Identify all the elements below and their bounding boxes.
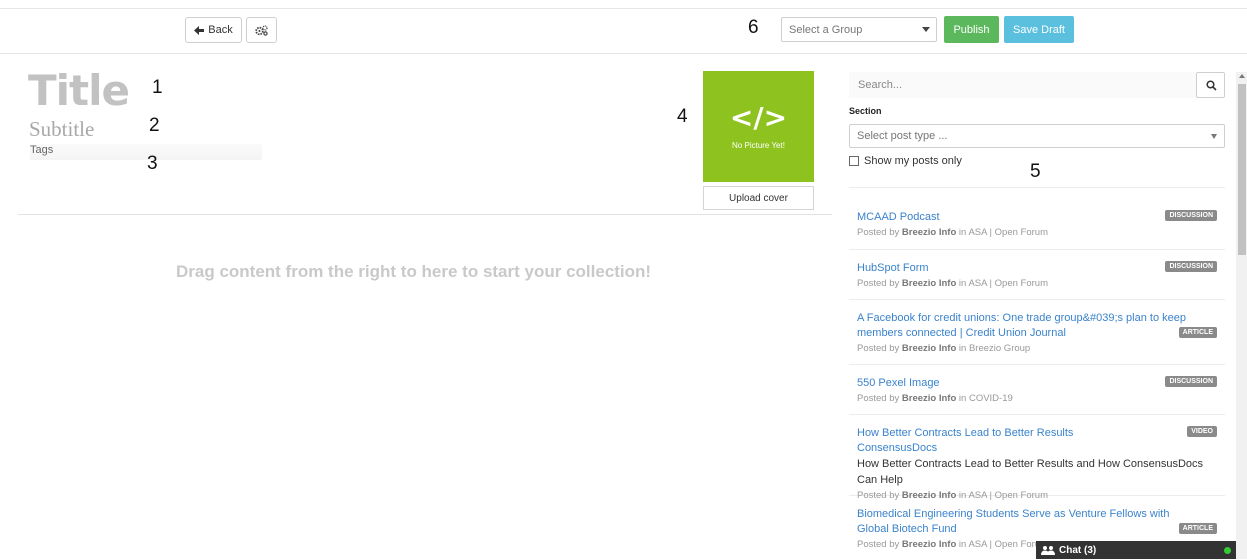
post-list: DISCUSSION MCAAD Podcast Posted by Breez…	[849, 187, 1225, 560]
post-author[interactable]: Breezio Info	[902, 393, 956, 404]
post-group[interactable]: ASA | Open Forum	[968, 227, 1048, 238]
chat-bar[interactable]: Chat (3)	[1036, 541, 1236, 559]
scroll-up-arrow-icon[interactable]	[1239, 74, 1245, 78]
post-title[interactable]: 550 Pexel Image	[857, 376, 1155, 391]
marker-6: 6	[748, 17, 759, 38]
subtitle-field[interactable]: Subtitle	[29, 117, 94, 142]
post-type-placeholder: Select post type ...	[857, 130, 948, 142]
code-icon: </>	[729, 101, 788, 134]
show-my-posts-toggle[interactable]: Show my posts only	[849, 155, 962, 167]
list-item[interactable]: DISCUSSION HubSpot Form Posted by Breezi…	[849, 250, 1225, 300]
post-meta: Posted by Breezio Info in ASA | Open For…	[857, 225, 1217, 240]
scrollbar-thumb[interactable]	[1238, 84, 1246, 255]
post-author[interactable]: Breezio Info	[902, 343, 956, 354]
post-description: How Better Contracts Lead to Better Resu…	[857, 458, 1204, 486]
post-badge: DISCUSSION	[1165, 210, 1217, 221]
post-title[interactable]: MCAAD Podcast	[857, 210, 1155, 225]
in-label: in	[958, 227, 967, 238]
post-badge: ARTICLE	[1178, 523, 1217, 534]
post-title[interactable]: A Facebook for credit unions: One trade …	[857, 311, 1197, 341]
search-button[interactable]	[1196, 72, 1225, 98]
gears-icon	[255, 24, 268, 36]
caret-down-icon	[922, 27, 930, 32]
back-button[interactable]: Back	[185, 17, 242, 43]
users-icon	[1041, 546, 1055, 555]
post-badge: VIDEO	[1187, 426, 1217, 437]
posted-by-label: Posted by	[857, 393, 900, 404]
post-badge: DISCUSSION	[1165, 376, 1217, 387]
post-type-select[interactable]: Select post type ...	[849, 124, 1225, 148]
dropzone-text: Drag content from the right to here to s…	[176, 262, 652, 281]
show-my-posts-label: Show my posts only	[864, 155, 962, 167]
settings-button[interactable]	[246, 17, 277, 43]
in-label: in	[958, 393, 967, 404]
post-title[interactable]: How Better Contracts Lead to Better Resu…	[857, 426, 1155, 456]
posted-by-label: Posted by	[857, 278, 900, 289]
post-meta: Posted by Breezio Info in COVID-19	[857, 391, 1217, 406]
group-select-placeholder: Select a Group	[789, 23, 863, 36]
section-label: Section	[849, 106, 882, 116]
in-label: in	[958, 278, 967, 289]
arrow-left-icon	[194, 25, 205, 35]
posted-by-label: Posted by	[857, 343, 900, 354]
publish-button[interactable]: Publish	[944, 16, 999, 43]
marker-2: 2	[149, 115, 160, 136]
posted-by-label: Posted by	[857, 539, 900, 550]
list-item[interactable]: ARTICLE A Facebook for credit unions: On…	[849, 300, 1225, 365]
online-status-icon	[1224, 547, 1231, 554]
marker-1: 1	[152, 77, 163, 98]
save-draft-button[interactable]: Save Draft	[1004, 16, 1074, 43]
marker-3: 3	[147, 153, 158, 174]
top-toolbar: Back 6 Select a Group Publish Save Draft	[0, 8, 1247, 54]
caret-down-icon	[1211, 134, 1217, 139]
post-author[interactable]: Breezio Info	[902, 278, 956, 289]
no-picture-label: No Picture Yet!	[732, 141, 785, 150]
in-label: in	[958, 343, 967, 354]
post-title[interactable]: HubSpot Form	[857, 261, 1155, 276]
title-field[interactable]: Title	[28, 66, 130, 115]
post-meta: Posted by Breezio Info in Breezio Group	[857, 341, 1217, 356]
post-group[interactable]: ASA | Open Forum	[968, 278, 1048, 289]
show-my-posts-checkbox[interactable]	[849, 156, 859, 166]
posted-by-label: Posted by	[857, 227, 900, 238]
cover-image[interactable]: </> No Picture Yet!	[703, 71, 814, 182]
search-placeholder: Search...	[858, 79, 903, 91]
post-badge: ARTICLE	[1178, 327, 1217, 338]
list-item[interactable]: DISCUSSION 550 Pexel Image Posted by Bre…	[849, 365, 1225, 415]
upload-cover-button[interactable]: Upload cover	[703, 186, 814, 210]
marker-5: 5	[1030, 161, 1041, 182]
post-group[interactable]: Breezio Group	[969, 343, 1030, 354]
post-title[interactable]: Biomedical Engineering Students Serve as…	[857, 507, 1197, 537]
list-item[interactable]: DISCUSSION MCAAD Podcast Posted by Breez…	[849, 188, 1225, 250]
marker-4: 4	[677, 106, 688, 127]
post-meta: Posted by Breezio Info in ASA | Open For…	[857, 276, 1217, 291]
post-badge: DISCUSSION	[1165, 261, 1217, 272]
post-author[interactable]: Breezio Info	[902, 227, 956, 238]
back-label: Back	[208, 24, 233, 36]
group-select[interactable]: Select a Group	[781, 17, 937, 42]
search-icon	[1206, 80, 1217, 91]
search-input[interactable]: Search...	[849, 72, 1196, 98]
divider	[18, 214, 832, 215]
post-group[interactable]: COVID-19	[969, 393, 1013, 404]
list-item[interactable]: VIDEO How Better Contracts Lead to Bette…	[849, 415, 1225, 501]
post-author[interactable]: Breezio Info	[902, 539, 956, 550]
in-label: in	[958, 539, 967, 550]
chat-label: Chat (3)	[1059, 544, 1097, 556]
tags-field[interactable]: Tags	[30, 144, 262, 160]
